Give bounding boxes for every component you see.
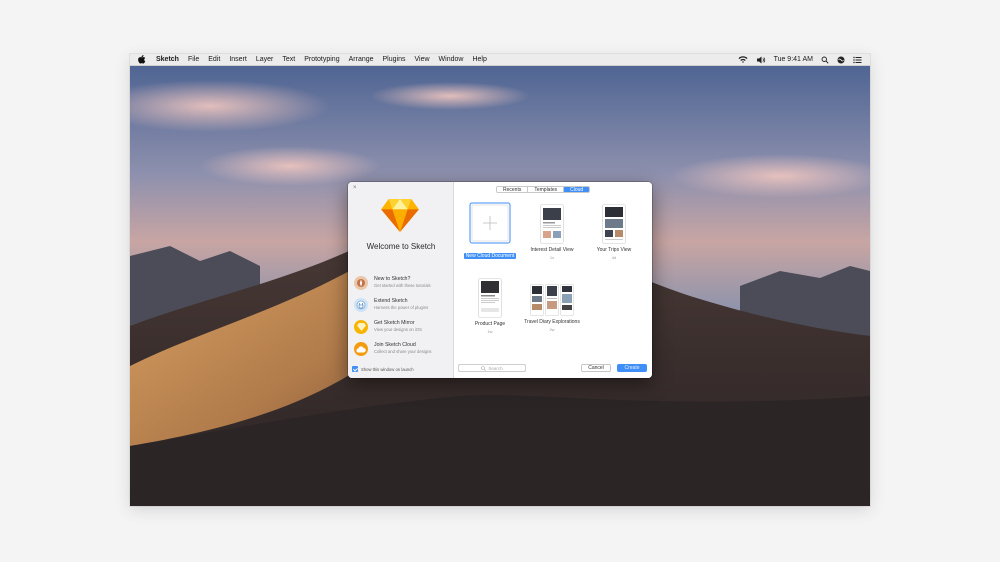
welcome-dialog: × Welcome to Sketch New to Sketch? Get s… [348,182,652,378]
menu-window[interactable]: Window [439,56,464,63]
left-item-subtitle: Collect and share your designs [374,349,432,354]
menu-bar: Sketch File Edit Insert Layer Text Proto… [130,54,870,66]
document-your-trips[interactable]: Your Trips View 4d [584,204,644,260]
menu-layer[interactable]: Layer [256,56,274,63]
document-age: 1x [549,255,555,260]
compass-icon [354,276,368,290]
mac-screen: Sketch File Edit Insert Layer Text Proto… [130,54,870,506]
document-name: Interest Detail View [530,247,574,253]
left-item-subtitle: View your designs on iOS [374,327,422,332]
volume-icon[interactable] [756,56,766,64]
close-icon[interactable]: × [353,185,357,191]
document-travel-diary[interactable]: Travel Diary Explorations 2w [522,284,582,332]
left-item-title: New to Sketch? [374,276,411,282]
status-area: Tue 9:41 AM [738,55,862,64]
document-age: 2w [549,327,555,332]
page: Sketch File Edit Insert Layer Text Proto… [0,0,1000,562]
search-icon[interactable] [821,56,829,64]
left-item-title: Extend Sketch [374,298,408,304]
menu-file[interactable]: File [188,56,199,63]
document-product-page[interactable]: Product Page 1w [460,278,520,334]
left-item-sketch-mirror[interactable]: Get Sketch Mirror View your designs on i… [354,318,450,338]
list-icon[interactable] [853,56,862,64]
left-item-sketch-cloud[interactable]: Join Sketch Cloud Collect and share your… [354,340,450,360]
menu-app-sketch[interactable]: Sketch [156,56,179,63]
menu-arrange[interactable]: Arrange [349,56,374,63]
document-name: Your Trips View [596,247,632,253]
create-button[interactable]: Create [617,364,647,372]
checkbox-checked-icon[interactable] [352,366,358,372]
cloud-icon [354,342,368,356]
sketch-diamond-logo-icon [381,198,419,232]
show-on-launch-label: Show this window on launch [361,366,414,372]
menu-prototyping[interactable]: Prototyping [304,56,339,63]
left-item-title: Join Sketch Cloud [374,342,416,348]
cancel-button[interactable]: Cancel [581,364,611,372]
left-item-new-to-sketch[interactable]: New to Sketch? Get started with these tu… [354,274,450,294]
welcome-title: Welcome to Sketch [366,242,436,251]
new-document-plus-thumbnail[interactable] [469,202,511,244]
menu-text[interactable]: Text [282,56,295,63]
menu-insert[interactable]: Insert [229,56,247,63]
welcome-sidebar: × Welcome to Sketch New to Sketch? Get s… [348,182,454,378]
wifi-icon[interactable] [738,55,748,64]
left-item-subtitle: Get started with these tutorials [374,283,431,288]
left-item-extend-sketch[interactable]: Extend Sketch Harness the power of plugi… [354,296,450,316]
diamond-icon [354,320,368,334]
document-name: Travel Diary Explorations [524,319,580,325]
menu-view[interactable]: View [414,56,429,63]
multi-screen-thumbnail[interactable] [530,284,574,316]
document-new-cloud[interactable]: New Cloud Document [460,202,520,262]
phone-mockup-thumbnail[interactable] [540,204,564,244]
search-icon [481,365,487,371]
search-placeholder: Search [488,365,503,371]
menu-edit[interactable]: Edit [208,56,220,63]
menu-help[interactable]: Help [472,56,486,63]
phone-mockup-thumbnail[interactable] [602,204,626,244]
left-item-subtitle: Harness the power of plugins [374,305,429,310]
search-input[interactable]: Search [458,364,526,372]
document-age: 1w [487,329,493,334]
left-item-title: Get Sketch Mirror [374,320,415,326]
menu-plugins[interactable]: Plugins [383,56,406,63]
show-on-launch-checkbox[interactable]: Show this window on launch [352,366,414,372]
phone-mockup-thumbnail[interactable] [478,278,502,318]
documents-pane: Recents Templates Cloud New Cloud Docume… [454,182,652,378]
document-age: 4d [611,255,617,260]
plug-icon [354,298,368,312]
document-name: New Cloud Document [463,253,517,259]
document-name: Product Page [474,321,506,327]
segmented-tabs: Recents Templates Cloud [496,186,591,193]
tab-recents[interactable]: Recents [497,187,529,192]
siri-icon[interactable] [837,56,845,64]
tab-templates[interactable]: Templates [528,187,565,192]
menubar-clock[interactable]: Tue 9:41 AM [774,56,813,63]
apple-logo-icon[interactable] [138,55,146,64]
tab-cloud[interactable]: Cloud [564,187,590,192]
document-interest-detail[interactable]: Interest Detail View 1x [522,204,582,260]
